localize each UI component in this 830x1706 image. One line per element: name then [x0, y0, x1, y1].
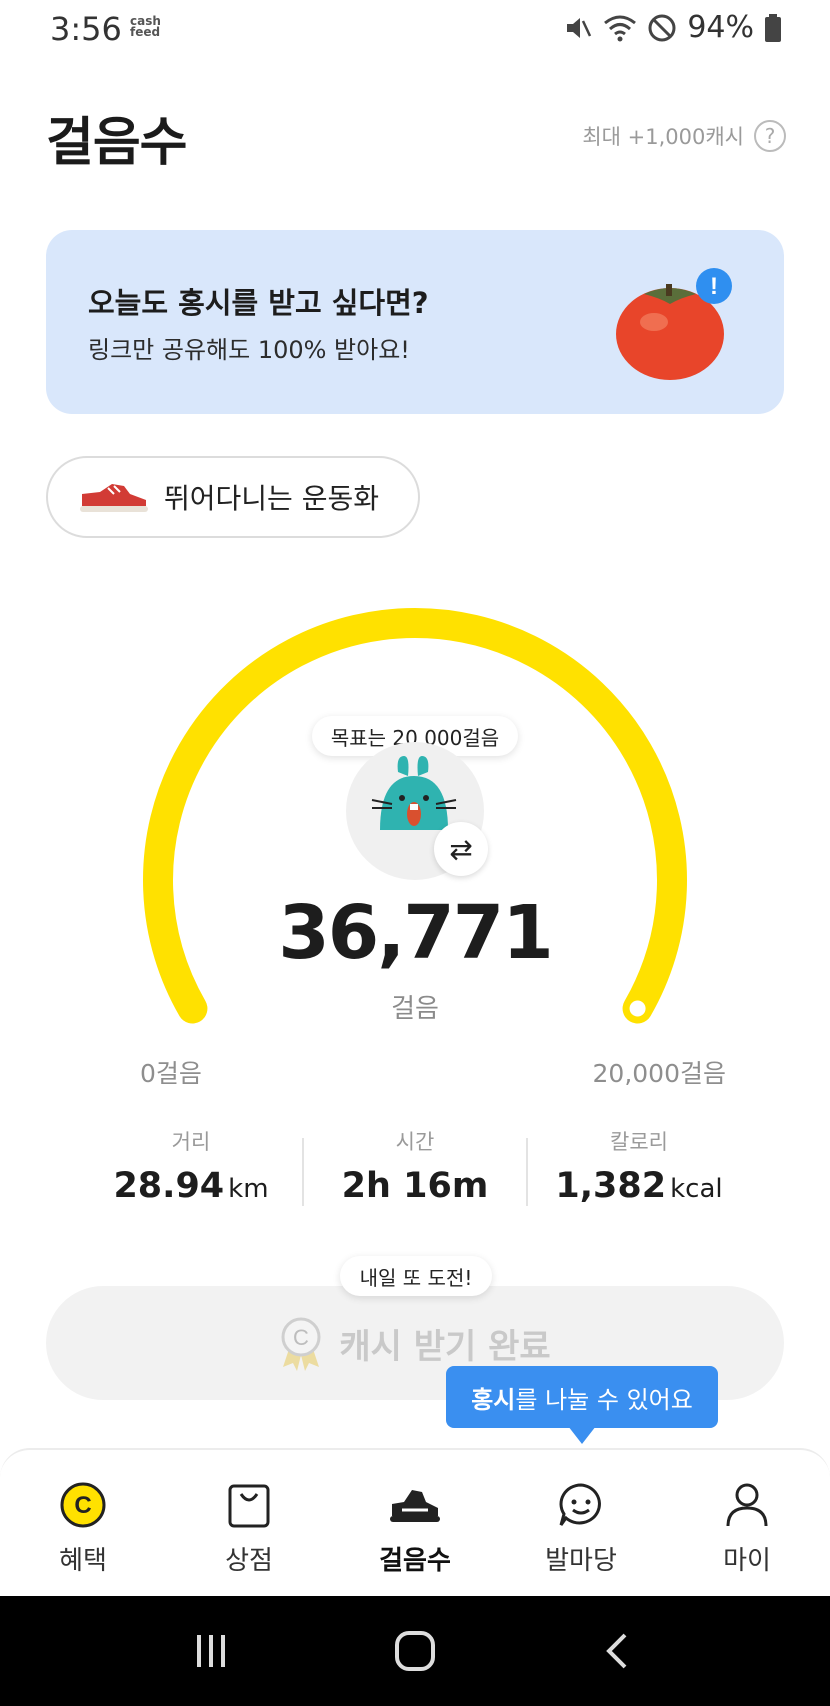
step-count: 36,771	[278, 890, 554, 976]
share-tooltip[interactable]: 홍시 를 나눌 수 있어요	[446, 1366, 718, 1428]
banner-title: 오늘도 홍시를 받고 싶다면?	[88, 286, 429, 320]
tab-community[interactable]: 발마당	[498, 1450, 664, 1596]
bag-icon	[222, 1478, 276, 1532]
stat-label: 시간	[395, 1130, 435, 1154]
persimmon-icon: !	[616, 268, 732, 380]
tooltip-text: 를 나눌 수 있어요	[515, 1385, 693, 1414]
tab-benefits[interactable]: C 혜택	[0, 1450, 166, 1596]
alert-badge-glyph: !	[710, 273, 718, 300]
stat-time: 시간 2h 16m	[304, 1126, 526, 1210]
coin-icon: C	[56, 1478, 110, 1532]
shoe-label: 뛰어다니는 운동화	[164, 482, 379, 515]
do-not-disturb-icon	[648, 14, 676, 41]
stat-unit: km	[228, 1174, 269, 1204]
tooltip-tail	[568, 1426, 596, 1444]
svg-text:C: C	[74, 1492, 91, 1519]
sneaker-icon	[80, 484, 148, 512]
system-nav-bar	[0, 1596, 830, 1706]
chat-icon	[554, 1478, 608, 1532]
app-badge: cash feed	[130, 15, 161, 39]
app-badge-line2: feed	[130, 25, 161, 39]
max-reward-info[interactable]: 최대 +1,000캐시 ?	[582, 120, 786, 152]
page-title: 걸음수	[46, 113, 188, 173]
tab-label: 혜택	[59, 1546, 107, 1576]
shoe-icon	[388, 1478, 442, 1532]
stat-label: 거리	[171, 1130, 211, 1154]
tab-label: 발마당	[545, 1546, 617, 1576]
stat-calories: 칼로리 1,382 kcal	[528, 1126, 750, 1210]
challenge-bubble: 내일 또 도전!	[340, 1256, 492, 1296]
swap-button[interactable]: ⇄	[434, 822, 488, 876]
step-unit: 걸음	[391, 994, 439, 1024]
share-banner[interactable]: 오늘도 홍시를 받고 싶다면? 링크만 공유해도 100% 받아요! !	[46, 230, 784, 414]
wifi-icon	[604, 15, 637, 41]
cash-claim-label: 캐시 받기 완료	[339, 1326, 551, 1367]
stat-unit: kcal	[670, 1174, 723, 1204]
back-icon[interactable]	[599, 1631, 639, 1671]
cash-medal-icon: C	[281, 1317, 321, 1371]
battery-percent: 94%	[687, 10, 754, 45]
tab-label: 상점	[225, 1546, 273, 1576]
home-icon[interactable]	[393, 1629, 437, 1673]
tab-label: 걸음수	[379, 1546, 451, 1576]
tooltip-bold: 홍시	[471, 1385, 516, 1414]
stat-label: 칼로리	[610, 1130, 668, 1154]
stat-distance: 거리 28.94 km	[80, 1126, 302, 1210]
status-time: 3:56	[50, 10, 122, 48]
stats-row: 거리 28.94 km 시간 2h 16m 칼로리 1,382 kcal	[80, 1126, 750, 1210]
bottom-tab-bar: C 혜택 상점 걸음수 발마당 마이	[0, 1448, 830, 1596]
tab-my[interactable]: 마이	[664, 1450, 830, 1596]
shoe-selector[interactable]: 뛰어다니는 운동화	[46, 456, 420, 538]
stat-value: 1,382	[555, 1166, 667, 1206]
tab-steps[interactable]: 걸음수	[332, 1450, 498, 1596]
recent-apps-icon[interactable]	[191, 1631, 231, 1671]
person-icon	[720, 1478, 774, 1532]
tab-store[interactable]: 상점	[166, 1450, 332, 1596]
max-reward-text: 최대 +1,000캐시	[582, 125, 744, 149]
stat-value: 28.94	[113, 1166, 225, 1206]
mute-icon	[567, 17, 592, 38]
battery-icon	[765, 13, 781, 42]
stat-value: 2h 16m	[341, 1166, 489, 1206]
banner-subtitle: 링크만 공유해도 100% 받아요!	[88, 336, 410, 364]
range-max-label: 20,000걸음	[592, 1059, 726, 1088]
status-bar: 3:56 cash feed 94%	[0, 0, 830, 58]
svg-text:C: C	[293, 1325, 309, 1350]
range-min-label: 0걸음	[140, 1059, 202, 1088]
tab-label: 마이	[723, 1546, 771, 1576]
help-icon[interactable]: ?	[754, 120, 786, 152]
status-icons: 94%	[563, 10, 782, 45]
